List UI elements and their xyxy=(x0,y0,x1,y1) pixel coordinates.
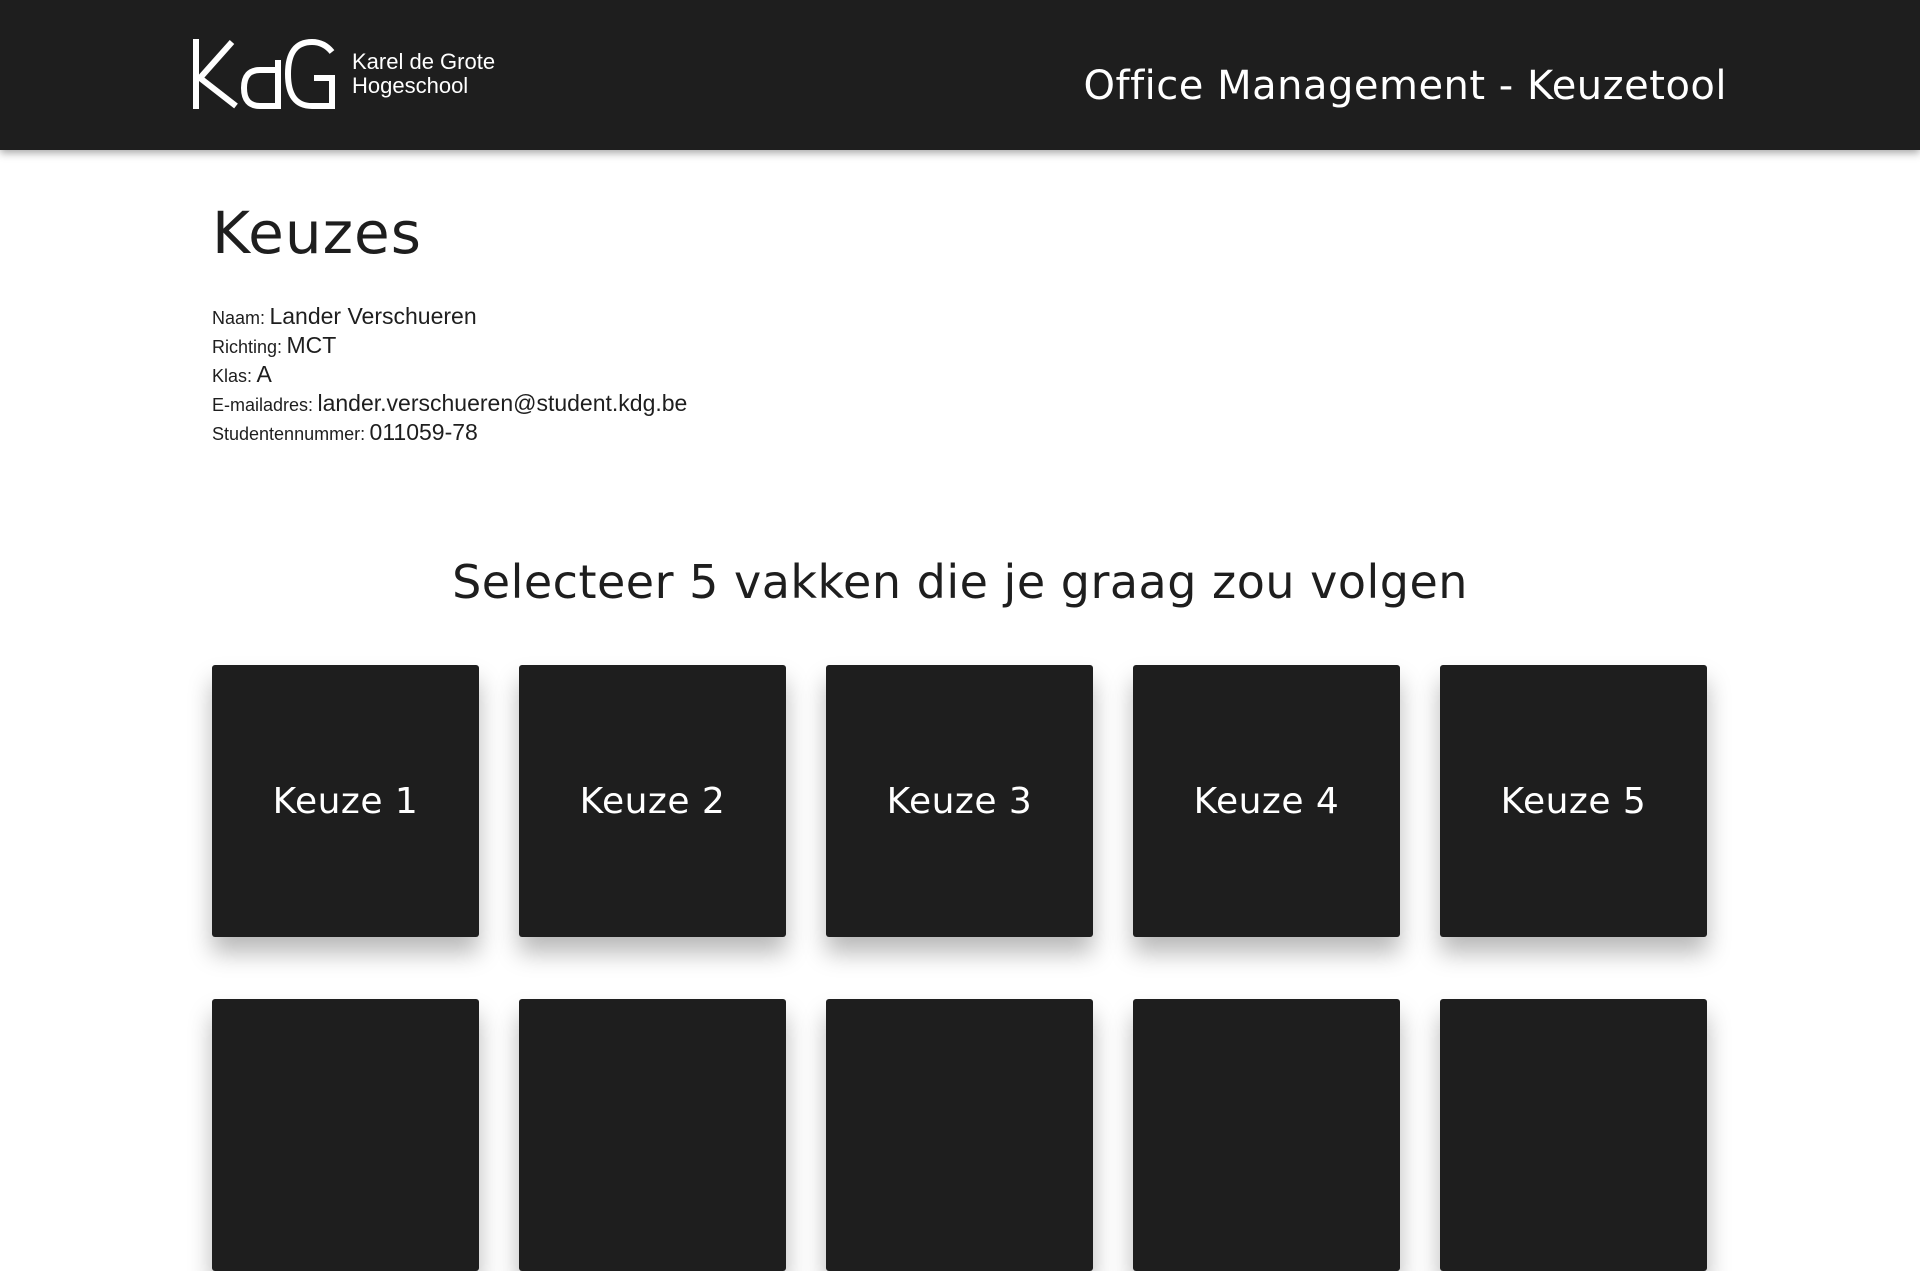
info-row-richting: Richting: MCT xyxy=(212,331,1712,360)
kdg-logo-mark xyxy=(193,38,335,109)
logo-line-2: Hogeschool xyxy=(352,73,469,98)
student-info: Naam: Lander Verschueren Richting: MCT K… xyxy=(212,302,1712,447)
studentnummer-label: Studentennummer: xyxy=(212,424,366,444)
info-row-studentnummer: Studentennummer: 011059-78 xyxy=(212,418,1712,447)
choice-tile-9[interactable] xyxy=(1133,999,1400,1271)
choice-tile-1[interactable]: Keuze 1 xyxy=(212,665,479,937)
page-title: Keuzes xyxy=(212,199,422,267)
richting-value: MCT xyxy=(286,332,337,358)
email-label: E-mailadres: xyxy=(212,395,314,415)
choice-tile-5[interactable]: Keuze 5 xyxy=(1440,665,1707,937)
richting-label: Richting: xyxy=(212,337,283,357)
choice-tile-label: Keuze 5 xyxy=(1500,780,1647,822)
choice-tile-8[interactable] xyxy=(826,999,1093,1271)
studentnummer-value: 011059-78 xyxy=(369,419,478,445)
choice-tile-3[interactable]: Keuze 3 xyxy=(826,665,1093,937)
choice-tile-4[interactable]: Keuze 4 xyxy=(1133,665,1400,937)
klas-label: Klas: xyxy=(212,366,253,386)
name-label: Naam: xyxy=(212,308,266,328)
choice-grid: Keuze 1 Keuze 2 Keuze 3 Keuze 4 Keuze 5 xyxy=(212,665,1712,1271)
selection-title: Selecteer 5 vakken die je graag zou volg… xyxy=(452,555,1468,609)
choice-tile-label: Keuze 2 xyxy=(579,780,726,822)
info-row-email: E-mailadres: lander.verschueren@student.… xyxy=(212,389,1712,418)
kdg-logo[interactable]: Karel de Grote Hogeschool xyxy=(192,38,495,110)
choice-tile-10[interactable] xyxy=(1440,999,1707,1271)
kdg-logo-text: Karel de Grote Hogeschool xyxy=(352,50,495,98)
choice-tile-6[interactable] xyxy=(212,999,479,1271)
choice-tile-2[interactable]: Keuze 2 xyxy=(519,665,786,937)
logo-line-1: Karel de Grote xyxy=(352,49,496,74)
name-value: Lander Verschueren xyxy=(269,303,477,329)
choice-tile-label: Keuze 4 xyxy=(1193,780,1340,822)
info-row-klas: Klas: A xyxy=(212,360,1712,389)
top-header: Karel de Grote Hogeschool Office Managem… xyxy=(0,0,1920,150)
email-value: lander.verschueren@student.kdg.be xyxy=(317,390,688,416)
app-title: Office Management - Keuzetool xyxy=(1083,63,1727,109)
info-row-name: Naam: Lander Verschueren xyxy=(212,302,1712,331)
choice-tile-label: Keuze 3 xyxy=(886,780,1033,822)
choice-tile-label: Keuze 1 xyxy=(272,780,419,822)
klas-value: A xyxy=(256,361,272,387)
choice-tile-7[interactable] xyxy=(519,999,786,1271)
main-content: Keuzes Naam: Lander Verschueren Richting… xyxy=(212,150,1712,1271)
